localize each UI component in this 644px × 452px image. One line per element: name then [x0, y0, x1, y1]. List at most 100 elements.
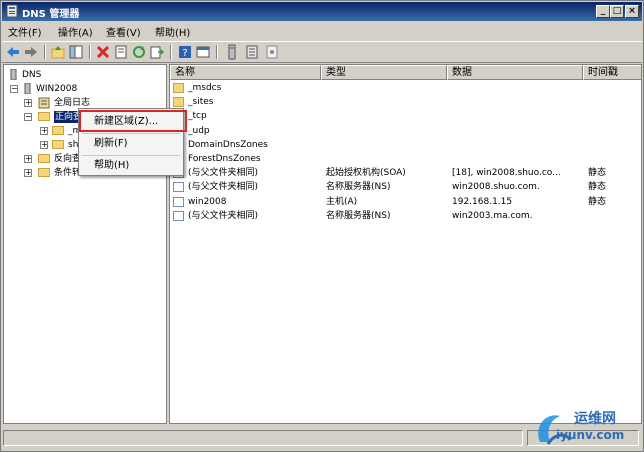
expand-toggle-forward-child-1[interactable]: +	[40, 127, 48, 135]
expand-toggle-conditional[interactable]: +	[24, 169, 32, 177]
record-row[interactable]: ForestDnsZones	[170, 152, 641, 166]
cell-name: _sites	[188, 97, 214, 108]
watermark-en: iyunv.com	[556, 428, 625, 442]
server-icon	[24, 83, 31, 94]
forward-icon[interactable]	[23, 44, 39, 60]
cell-type: 主机(A)	[326, 196, 358, 207]
folder-icon	[38, 112, 50, 121]
export-icon[interactable]	[149, 44, 165, 60]
cell-name: _udp	[188, 125, 210, 136]
cell-name: (与父文件夹相同)	[188, 182, 259, 193]
cell-ts: 静态	[588, 182, 607, 193]
tree-label-win2008: WIN2008	[36, 84, 78, 94]
title-bar: DNS 管理器 _ □ ×	[2, 2, 642, 21]
record-row[interactable]: (与父文件夹相同) 起始授权机构(SOA) [18], win2008.shuo.c…	[170, 166, 641, 180]
menu-separator	[82, 155, 180, 156]
folder-icon	[173, 83, 184, 93]
log-icon	[38, 97, 50, 109]
menu-item-help[interactable]: 帮助(H)	[80, 157, 182, 175]
window-title: DNS 管理器	[22, 9, 80, 20]
cell-name: _msdcs	[188, 83, 222, 93]
menu-bar: 文件(F) 操作(A) 查看(V) 帮助(H)	[2, 22, 642, 40]
expand-toggle-reverse-zones[interactable]: +	[24, 155, 32, 163]
column-header-timestamp[interactable]: 时间戳	[583, 65, 641, 80]
cell-ts: 静态	[588, 168, 607, 179]
cell-name: _tcp	[188, 111, 207, 122]
status-panel-main	[3, 430, 523, 446]
dns-manager-window: DNS 管理器 _ □ × 文件(F) 操作(A) 查看(V) 帮助(H) ? …	[0, 0, 644, 452]
toolbar-separator	[170, 45, 172, 59]
tree-label-dns: DNS	[22, 70, 42, 80]
column-header-data[interactable]: 数据	[447, 65, 583, 80]
zone-folder-icon	[52, 140, 64, 149]
zone-folder-icon	[52, 126, 64, 135]
record-row[interactable]: _msdcs	[170, 81, 641, 95]
cell-data: win2003.ma.com.	[452, 210, 533, 221]
record-icon	[173, 182, 184, 193]
folder-icon	[173, 97, 184, 108]
record-row[interactable]: _udp	[170, 124, 641, 138]
properties-icon[interactable]	[113, 44, 129, 60]
console-icon[interactable]	[195, 44, 211, 60]
expand-toggle-forward-child-2[interactable]: +	[40, 141, 48, 149]
cell-data: 192.168.1.15	[452, 196, 513, 207]
expand-toggle-global-logs[interactable]: +	[24, 99, 32, 107]
help-icon[interactable]: ?	[177, 44, 193, 60]
record-row[interactable]: win2008 主机(A) 192.168.1.15 静态	[170, 195, 641, 209]
svg-text:?: ?	[182, 48, 187, 59]
cell-ts: 静态	[588, 196, 607, 207]
toolbar-separator	[44, 45, 46, 59]
close-button[interactable]: ×	[625, 5, 639, 18]
cell-type: 名称服务器(NS)	[326, 182, 391, 193]
expand-toggle-win2008[interactable]: −	[10, 85, 18, 93]
tree-label-forward-child-2: sh	[68, 140, 79, 150]
cell-name: win2008	[188, 196, 227, 207]
record-row[interactable]: DomainDnsZones	[170, 138, 641, 152]
menu-view[interactable]: 查看(V)	[106, 24, 141, 39]
menu-file[interactable]: 文件(F)	[8, 24, 42, 39]
delete-icon[interactable]	[95, 44, 111, 60]
menu-help[interactable]: 帮助(H)	[155, 24, 190, 39]
record-icon	[173, 196, 184, 207]
server-icon[interactable]	[224, 44, 240, 60]
column-header-type[interactable]: 类型	[321, 65, 447, 80]
cell-type: 起始授权机构(SOA)	[326, 168, 406, 179]
menu-item-refresh[interactable]: 刷新(F)	[80, 135, 182, 153]
cell-data: [18], win2008.shuo.co...	[452, 168, 561, 179]
cell-type: 名称服务器(NS)	[326, 210, 391, 221]
red-highlight-annotation	[79, 110, 187, 132]
minimize-button[interactable]: _	[596, 5, 610, 18]
column-header-name[interactable]: 名称	[170, 65, 321, 80]
folder-icon	[38, 168, 50, 177]
record-row[interactable]: _tcp	[170, 109, 641, 123]
record-row[interactable]: (与父文件夹相同) 名称服务器(NS) win2008.shuo.com. 静态	[170, 180, 641, 194]
cell-data: win2008.shuo.com.	[452, 182, 540, 193]
toolbar: ?	[2, 41, 642, 63]
cell-name: (与父文件夹相同)	[188, 210, 259, 221]
folder-icon	[38, 154, 50, 163]
tree-label-conditional: 条件转	[54, 168, 82, 178]
menu-action[interactable]: 操作(A)	[58, 24, 93, 39]
up-folder-icon[interactable]	[50, 44, 66, 60]
refresh-icon[interactable]	[131, 44, 147, 60]
menu-separator	[82, 133, 180, 134]
tree-label-reverse-zones: 反向查	[54, 154, 82, 164]
toolbar-separator	[216, 45, 218, 59]
maximize-button[interactable]: □	[610, 5, 624, 18]
cell-name: (与父文件夹相同)	[188, 168, 259, 179]
details-pane: 名称 类型 数据 时间戳 _msdcs _sites _tcp _udp DomainD…	[169, 64, 642, 424]
cell-name: ForestDnsZones	[188, 154, 261, 164]
back-icon[interactable]	[5, 44, 21, 60]
show-tree-icon[interactable]	[68, 44, 84, 60]
record-icon[interactable]	[264, 44, 280, 60]
watermark-cn: 运维网	[574, 411, 616, 427]
toolbar-separator	[89, 45, 91, 59]
cell-name: DomainDnsZones	[188, 139, 268, 150]
record-row[interactable]: (与父文件夹相同) 名称服务器(NS) win2003.ma.com.	[170, 209, 641, 223]
dns-app-icon	[6, 4, 18, 18]
record-row[interactable]: _sites	[170, 95, 641, 109]
expand-toggle-forward-zones[interactable]: −	[24, 113, 32, 121]
dns-server-icon	[10, 69, 17, 80]
record-icon	[173, 210, 184, 221]
server-list-icon[interactable]	[244, 44, 260, 60]
